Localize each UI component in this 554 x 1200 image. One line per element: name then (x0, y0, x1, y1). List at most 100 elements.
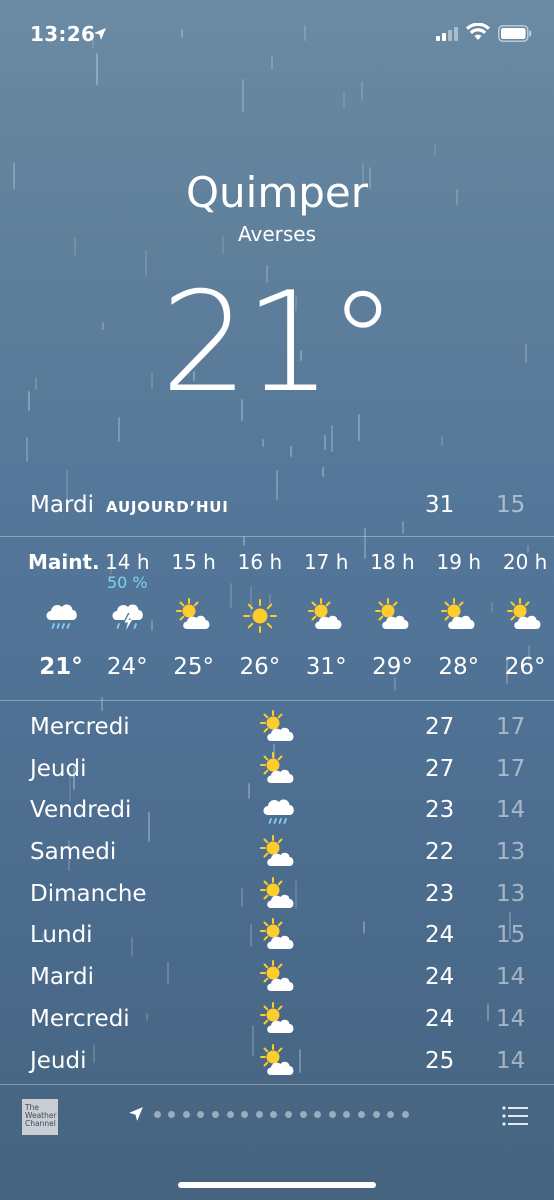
page-dot[interactable] (168, 1110, 176, 1118)
daily-row: Jeudi 27 17 (30, 748, 526, 790)
daily-row: Lundi 24 15 (30, 914, 526, 956)
partly-sunny-icon (258, 708, 298, 748)
home-indicator[interactable] (178, 1182, 376, 1188)
hourly-item: 17 h 31° (293, 538, 359, 698)
daily-row: Mardi 24 14 (30, 956, 525, 998)
status-bar: 13:26 (0, 0, 554, 64)
today-low: 15 (496, 492, 526, 518)
hourly-temp: 28° (438, 654, 480, 680)
page-dot[interactable] (387, 1110, 395, 1118)
hourly-time: 17 h (303, 550, 349, 574)
page-dot[interactable] (328, 1110, 336, 1118)
page-dot[interactable] (314, 1110, 322, 1118)
hourly-time: Maint. (28, 550, 100, 574)
daily-day: Dimanche (30, 880, 147, 907)
page-dot[interactable] (299, 1110, 307, 1118)
partly-sunny-icon (258, 1042, 298, 1082)
partly-sunny-icon (258, 916, 298, 956)
daily-high: 24 (425, 922, 455, 949)
page-dot[interactable] (226, 1110, 234, 1118)
status-time: 13:26 (30, 22, 96, 46)
daily-row: Dimanche 23 13 (30, 873, 525, 915)
hourly-time: 19 h (436, 550, 482, 574)
daily-day: Vendredi (30, 797, 132, 824)
page-dot[interactable] (372, 1110, 380, 1118)
hourly-item: 20 h 26° (492, 538, 554, 698)
rain-cloud-icon (258, 791, 298, 831)
daily-day: Lundi (30, 922, 93, 949)
cellular-signal-icon (436, 26, 458, 41)
hourly-temp: 31° (305, 654, 347, 680)
page-dot[interactable] (270, 1110, 278, 1118)
page-dot[interactable] (401, 1110, 409, 1118)
thunderstorm-icon (107, 596, 147, 636)
daily-high: 27 (425, 755, 455, 782)
daily-low: 14 (496, 1005, 526, 1032)
hourly-forecast[interactable]: Maint. 21° 14 h 50 % 24° 15 h 25° 16 h 2… (0, 538, 554, 698)
daily-low: 13 (496, 839, 526, 866)
daily-day: Mardi (30, 964, 94, 991)
hourly-time: 15 h (171, 550, 216, 574)
page-dot[interactable] (343, 1110, 351, 1118)
hourly-time: 16 h (237, 550, 283, 574)
hourly-time: 14 h (105, 550, 150, 574)
partly-sunny-icon (258, 833, 298, 873)
today-high: 31 (425, 492, 455, 518)
page-dot[interactable] (182, 1110, 190, 1118)
hourly-time: 20 h (502, 550, 548, 574)
weather-channel-logo[interactable]: The Weather Channel (22, 1099, 58, 1135)
daily-high: 25 (425, 1047, 455, 1074)
daily-high: 23 (425, 797, 455, 824)
today-day: Mardi (30, 492, 94, 518)
partly-sunny-icon (258, 1000, 298, 1040)
current-location-page-icon (129, 1107, 143, 1121)
daily-day: Samedi (30, 839, 117, 866)
hourly-item: Maint. 21° (28, 538, 100, 698)
rain-cloud-icon (41, 596, 81, 636)
page-dot[interactable] (211, 1110, 219, 1118)
hourly-time: 18 h (370, 550, 415, 574)
daily-row: Jeudi 25 14 (30, 1040, 526, 1082)
page-indicator[interactable] (128, 1106, 409, 1122)
current-condition: Averses (237, 222, 317, 246)
partly-sunny-icon (373, 596, 413, 636)
sun-icon (240, 596, 280, 636)
hourly-precip-chance: 50 % (106, 573, 148, 592)
daily-high: 27 (425, 714, 455, 740)
hourly-temp: 25° (173, 654, 214, 680)
daily-day: Jeudi (30, 755, 87, 782)
daily-low: 14 (496, 797, 526, 824)
current-temperature: 21° (160, 262, 398, 423)
hourly-item: 18 h 29° (360, 538, 426, 698)
daily-high: 24 (425, 1005, 455, 1032)
page-dot[interactable] (255, 1110, 263, 1118)
daily-forecast[interactable]: Mercredi 27 17 Jeudi 27 17 Vendredi 23 1… (30, 706, 526, 1082)
bottom-toolbar: The Weather Channel (0, 1086, 554, 1146)
city-list-icon[interactable] (502, 1106, 528, 1130)
daily-low: 17 (496, 755, 526, 782)
divider-bottom (0, 1084, 554, 1085)
page-dot[interactable] (241, 1110, 249, 1118)
page-dot[interactable] (284, 1110, 292, 1118)
daily-row: Samedi 22 13 (30, 831, 526, 873)
page-dot[interactable] (153, 1110, 161, 1118)
daily-low: 15 (496, 922, 526, 949)
page-dot[interactable] (357, 1110, 365, 1118)
hourly-temp: 26° (504, 654, 546, 680)
daily-high: 23 (425, 880, 455, 907)
divider-middle (0, 700, 554, 701)
hourly-item: 16 h 26° (227, 538, 293, 698)
partly-sunny-icon (306, 596, 346, 636)
daily-high: 22 (425, 839, 455, 866)
partly-sunny-icon (258, 750, 298, 790)
partly-sunny-icon (439, 596, 479, 636)
daily-low: 14 (496, 1047, 526, 1074)
daily-high: 24 (425, 964, 455, 991)
page-dot[interactable] (197, 1110, 205, 1118)
daily-day: Mercredi (30, 714, 130, 740)
daily-row: Mercredi 24 14 (30, 998, 526, 1040)
daily-day: Mercredi (30, 1005, 130, 1032)
daily-row: Vendredi 23 14 (30, 789, 526, 831)
daily-day: Jeudi (30, 1047, 87, 1074)
battery-icon (498, 25, 532, 46)
